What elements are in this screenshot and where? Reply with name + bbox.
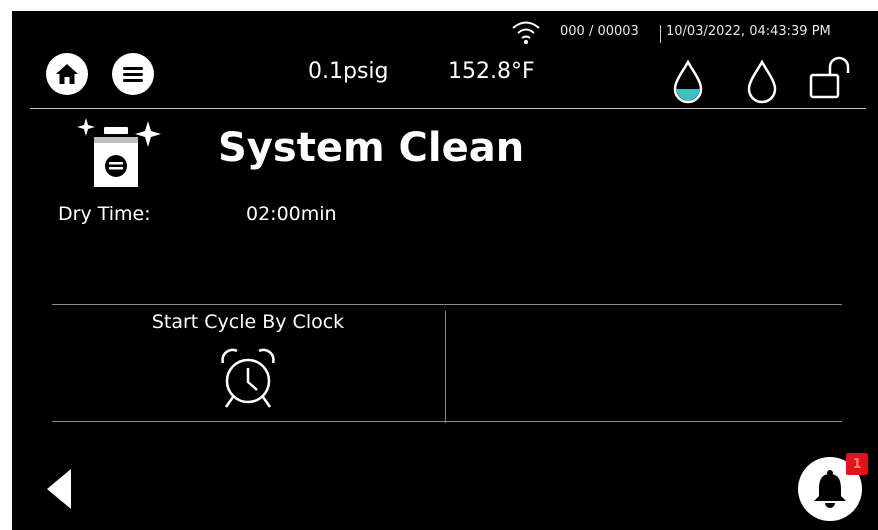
dry-time-label: Dry Time:	[58, 203, 151, 225]
water-drop-outline-icon	[746, 59, 778, 105]
wifi-icon	[510, 19, 542, 45]
unlocked-padlock-icon[interactable]	[808, 55, 854, 101]
options-bottom-divider	[52, 421, 842, 422]
start-cycle-by-clock-button[interactable]: Start Cycle By Clock	[52, 307, 444, 419]
notification-badge: 1	[846, 453, 868, 475]
dry-time-value: 02:00min	[246, 203, 337, 225]
page-title: System Clean	[218, 125, 525, 171]
device-screen: 000 / 00003 10/03/2022, 04:43:39 PM 0.1p…	[12, 11, 878, 530]
home-icon	[56, 64, 78, 84]
pressure-readout: 0.1psig	[308, 59, 389, 84]
menu-icon	[123, 67, 143, 82]
status-separator	[660, 25, 661, 43]
datetime: 10/03/2022, 04:43:39 PM	[666, 24, 831, 39]
start-cycle-label: Start Cycle By Clock	[151, 311, 345, 333]
temperature-readout: 152.8°F	[448, 59, 535, 84]
header-divider	[30, 108, 866, 109]
menu-button[interactable]	[112, 53, 154, 95]
back-arrow-icon[interactable]	[44, 467, 74, 511]
alarm-clock-icon	[216, 347, 280, 411]
system-clean-icon	[74, 115, 164, 191]
options-column-divider	[445, 311, 446, 423]
bell-icon	[814, 470, 846, 508]
water-drop-filled-icon	[672, 59, 704, 105]
home-button[interactable]	[46, 53, 88, 95]
cycle-counter: 000 / 00003	[560, 24, 639, 39]
options-top-divider	[52, 304, 842, 305]
